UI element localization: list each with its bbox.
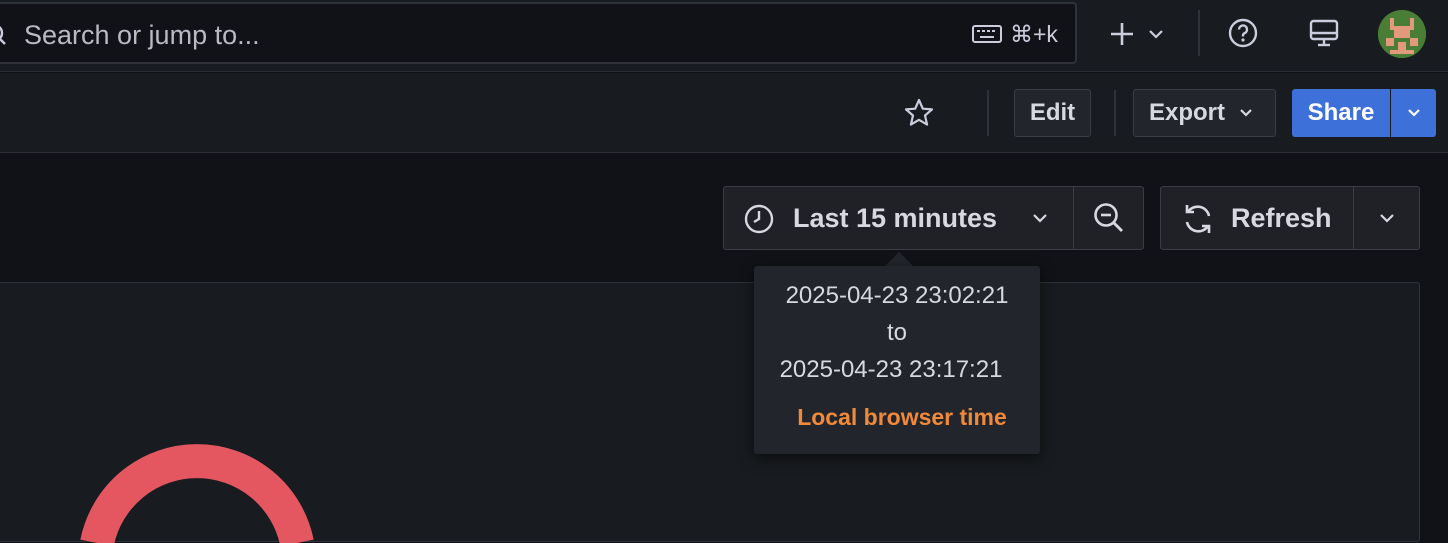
tooltip-timezone: Local browser time — [797, 404, 1007, 430]
time-range-picker: Last 15 minutes — [723, 186, 1144, 250]
keyboard-icon — [972, 24, 1002, 44]
topbar-divider — [1198, 10, 1200, 56]
search-shortcut: ⌘+k — [1010, 21, 1058, 47]
dashboard-panel — [0, 282, 1420, 543]
refresh-icon — [1180, 201, 1216, 237]
avatar[interactable] — [1378, 10, 1426, 58]
tooltip-from: 2025-04-23 23:02:21 — [785, 282, 1009, 309]
chevron-down-icon — [1032, 212, 1048, 224]
edit-button[interactable]: Edit — [1014, 89, 1091, 137]
edit-button-label: Edit — [1029, 99, 1076, 126]
search-icon — [0, 22, 16, 46]
clock-icon — [743, 203, 775, 235]
toolbar-divider — [987, 90, 989, 136]
tooltip-separator: to — [886, 319, 907, 346]
time-range-label: Last 15 minutes — [793, 203, 998, 233]
share-options-button[interactable] — [1391, 89, 1436, 137]
chevron-down-icon[interactable] — [1146, 24, 1166, 44]
star-icon[interactable] — [901, 95, 937, 131]
refresh-button[interactable]: Refresh — [1161, 187, 1353, 249]
gauge-ring — [80, 444, 314, 543]
share-button[interactable]: Share — [1292, 89, 1390, 137]
dashboard-toolbar: Edit Export Share — [0, 73, 1448, 153]
time-range-tooltip: 2025-04-23 23:02:21 to 2025-04-23 23:17:… — [754, 266, 1040, 454]
chevron-down-icon — [1239, 108, 1253, 118]
time-range-button[interactable]: Last 15 minutes — [724, 187, 1074, 249]
top-bar: Search or jump to... ⌘+k — [0, 0, 1448, 72]
tooltip-to: 2025-04-23 23:17:21 — [779, 356, 1003, 383]
search-bar[interactable]: Search or jump to... ⌘+k — [0, 2, 1077, 64]
refresh-picker: Refresh — [1160, 186, 1420, 250]
chevron-down-icon — [1407, 108, 1421, 118]
monitor-icon[interactable] — [1306, 16, 1342, 50]
help-icon[interactable] — [1226, 16, 1260, 50]
plus-icon[interactable] — [1106, 18, 1138, 50]
zoom-out-icon — [1092, 201, 1126, 235]
chevron-down-icon — [1379, 212, 1395, 224]
search-placeholder: Search or jump to... — [24, 20, 260, 50]
tooltip-arrow — [885, 252, 913, 266]
share-button-label: Share — [1307, 99, 1375, 126]
export-button[interactable]: Export — [1133, 89, 1276, 137]
refresh-label: Refresh — [1231, 203, 1332, 233]
toolbar-divider-2 — [1114, 90, 1116, 136]
zoom-out-button[interactable] — [1074, 187, 1144, 249]
export-button-label: Export — [1149, 99, 1226, 126]
refresh-interval-button[interactable] — [1354, 187, 1419, 249]
